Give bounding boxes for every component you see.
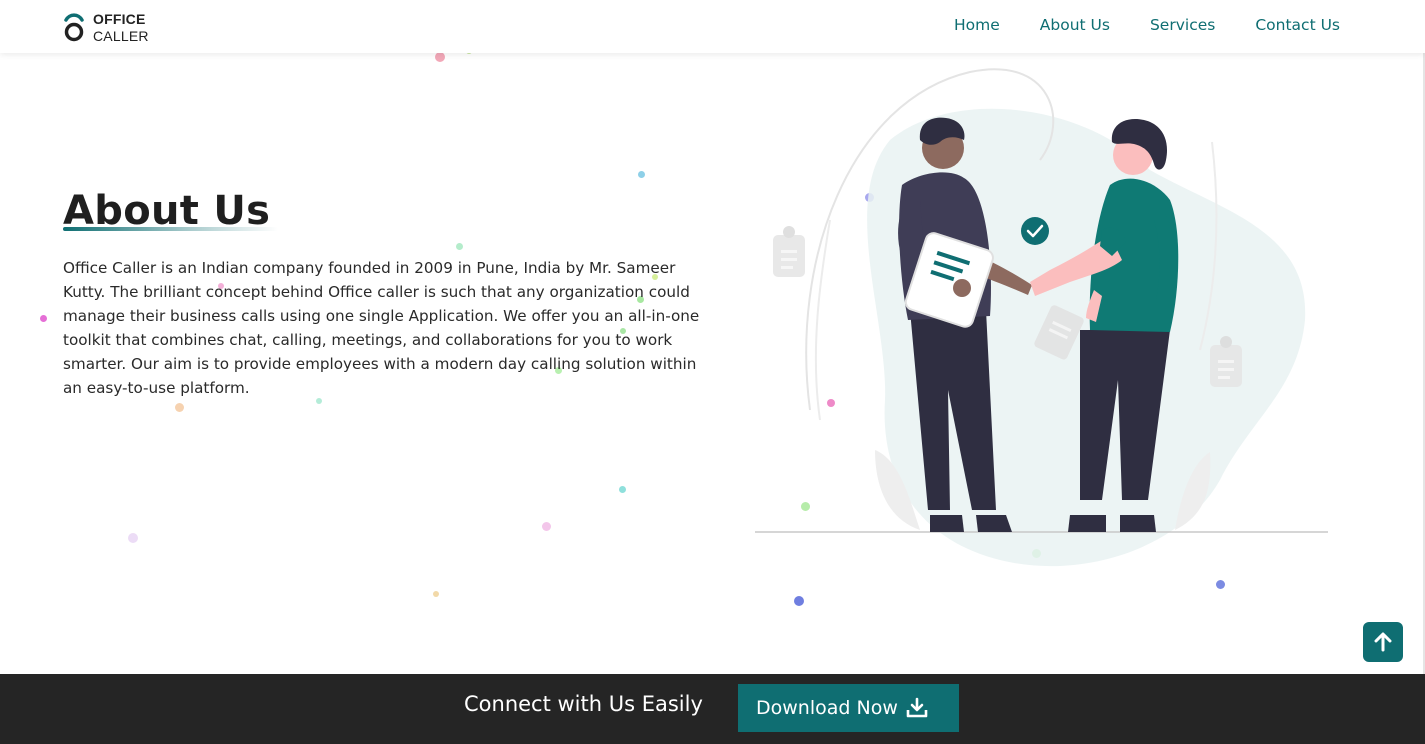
confetti-dot — [1216, 580, 1225, 589]
logo-icon — [64, 13, 84, 42]
confetti-dot — [175, 403, 184, 412]
confetti-dot — [435, 52, 445, 62]
main-nav: Home About Us Services Contact Us — [954, 16, 1340, 34]
about-description: Office Caller is an Indian company found… — [63, 259, 700, 397]
confetti-dot — [128, 533, 138, 543]
nav-about-us[interactable]: About Us — [1040, 16, 1110, 34]
confetti-dot — [542, 522, 551, 531]
nav-services[interactable]: Services — [1150, 16, 1215, 34]
logo-text-line2: CALLER — [93, 28, 149, 44]
site-header: OFFICE CALLER Home About Us Services Con… — [0, 0, 1425, 53]
arrow-up-icon — [1374, 632, 1392, 652]
download-now-button[interactable]: Download Now — [738, 684, 959, 732]
handshake-illustration — [755, 68, 1328, 567]
confetti-dot — [433, 591, 439, 597]
download-now-label: Download Now — [756, 697, 898, 719]
confetti-dot — [638, 171, 645, 178]
download-icon — [906, 697, 928, 718]
title-underline — [63, 227, 278, 231]
confetti-dot — [619, 486, 626, 493]
confetti-dot — [456, 243, 463, 250]
nav-home[interactable]: Home — [954, 16, 1000, 34]
logo[interactable]: OFFICE CALLER — [63, 11, 163, 45]
cta-bar — [0, 674, 1425, 744]
cta-text: Connect with Us Easily — [464, 692, 703, 716]
confetti-dot — [794, 596, 804, 606]
nav-contact-us[interactable]: Contact Us — [1255, 16, 1340, 34]
logo-text-line1: OFFICE — [93, 11, 146, 27]
back-to-top-button[interactable] — [1363, 622, 1403, 662]
confetti-dot — [40, 315, 47, 322]
